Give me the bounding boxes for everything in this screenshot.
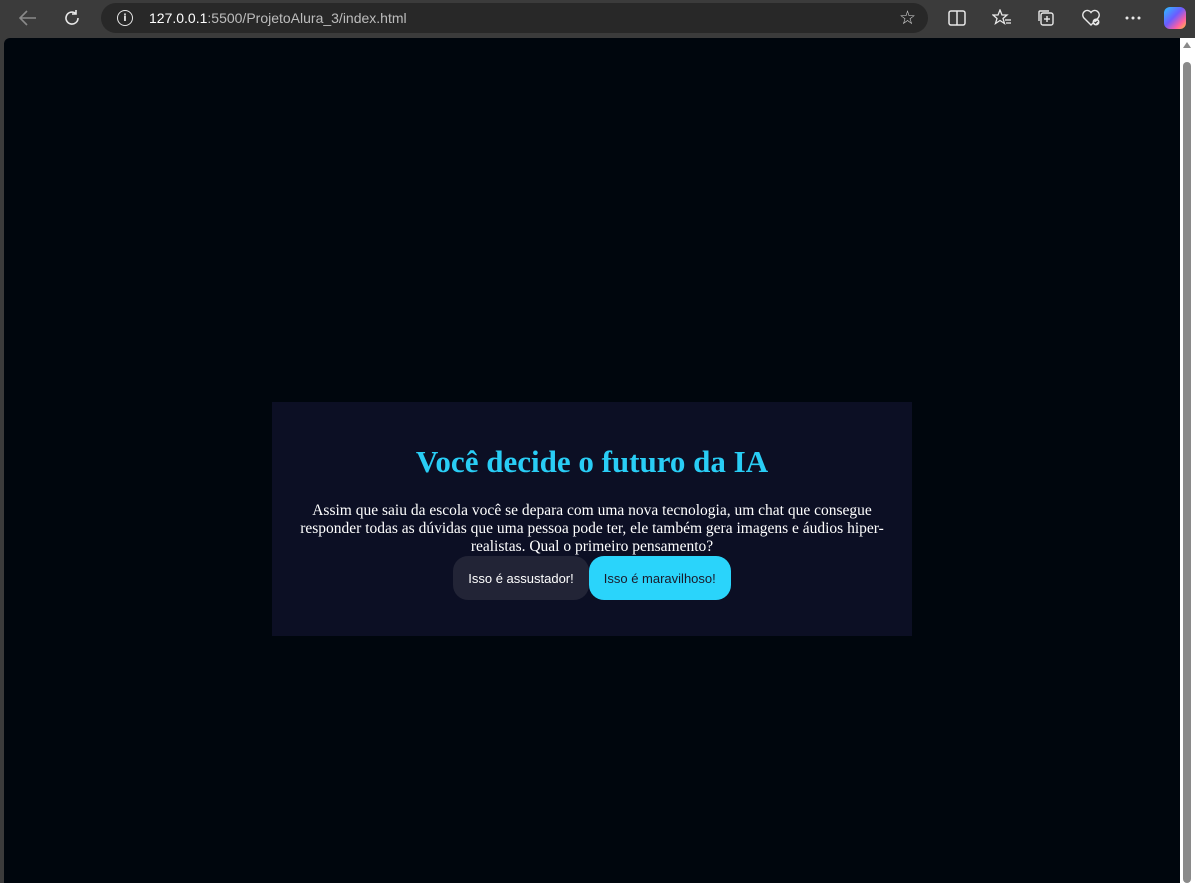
favorite-star-icon[interactable]: ☆ — [899, 7, 916, 29]
browser-essentials-icon[interactable] — [1076, 4, 1106, 32]
question-card: Você decide o futuro da IA Assim que sai… — [272, 402, 912, 636]
answer-button-2[interactable]: Isso é maravilhoso! — [588, 556, 731, 600]
url-path: :5500/ProjetoAlura_3/index.html — [207, 10, 407, 26]
url-text[interactable]: 127.0.0.1:5500/ProjetoAlura_3/index.html — [149, 10, 407, 26]
collections-icon[interactable] — [1031, 4, 1061, 32]
favorites-icon[interactable] — [987, 4, 1017, 32]
more-options-icon[interactable] — [1118, 4, 1148, 32]
answer-options: Isso é assustador! Isso é maravilhoso! — [272, 556, 912, 600]
question-text: Assim que saiu da escola você se depara … — [300, 502, 884, 555]
page-title: Você decide o futuro da IA — [415, 444, 769, 479]
answer-button-1[interactable]: Isso é assustador! — [453, 556, 589, 600]
split-screen-icon[interactable] — [942, 4, 972, 32]
page-viewport: Você decide o futuro da IA Assim que sai… — [4, 38, 1180, 883]
vertical-scrollbar[interactable] — [1180, 38, 1195, 883]
copilot-icon[interactable] — [1164, 7, 1186, 29]
browser-toolbar: i 127.0.0.1:5500/ProjetoAlura_3/index.ht… — [0, 0, 1195, 38]
url-host: 127.0.0.1 — [149, 10, 208, 26]
address-bar[interactable]: i 127.0.0.1:5500/ProjetoAlura_3/index.ht… — [101, 3, 928, 33]
back-arrow-icon[interactable] — [13, 4, 43, 32]
scroll-up-arrow-icon[interactable] — [1183, 42, 1191, 48]
site-info-icon[interactable]: i — [117, 10, 133, 26]
reload-icon[interactable] — [57, 4, 87, 32]
scrollbar-thumb[interactable] — [1183, 62, 1191, 883]
